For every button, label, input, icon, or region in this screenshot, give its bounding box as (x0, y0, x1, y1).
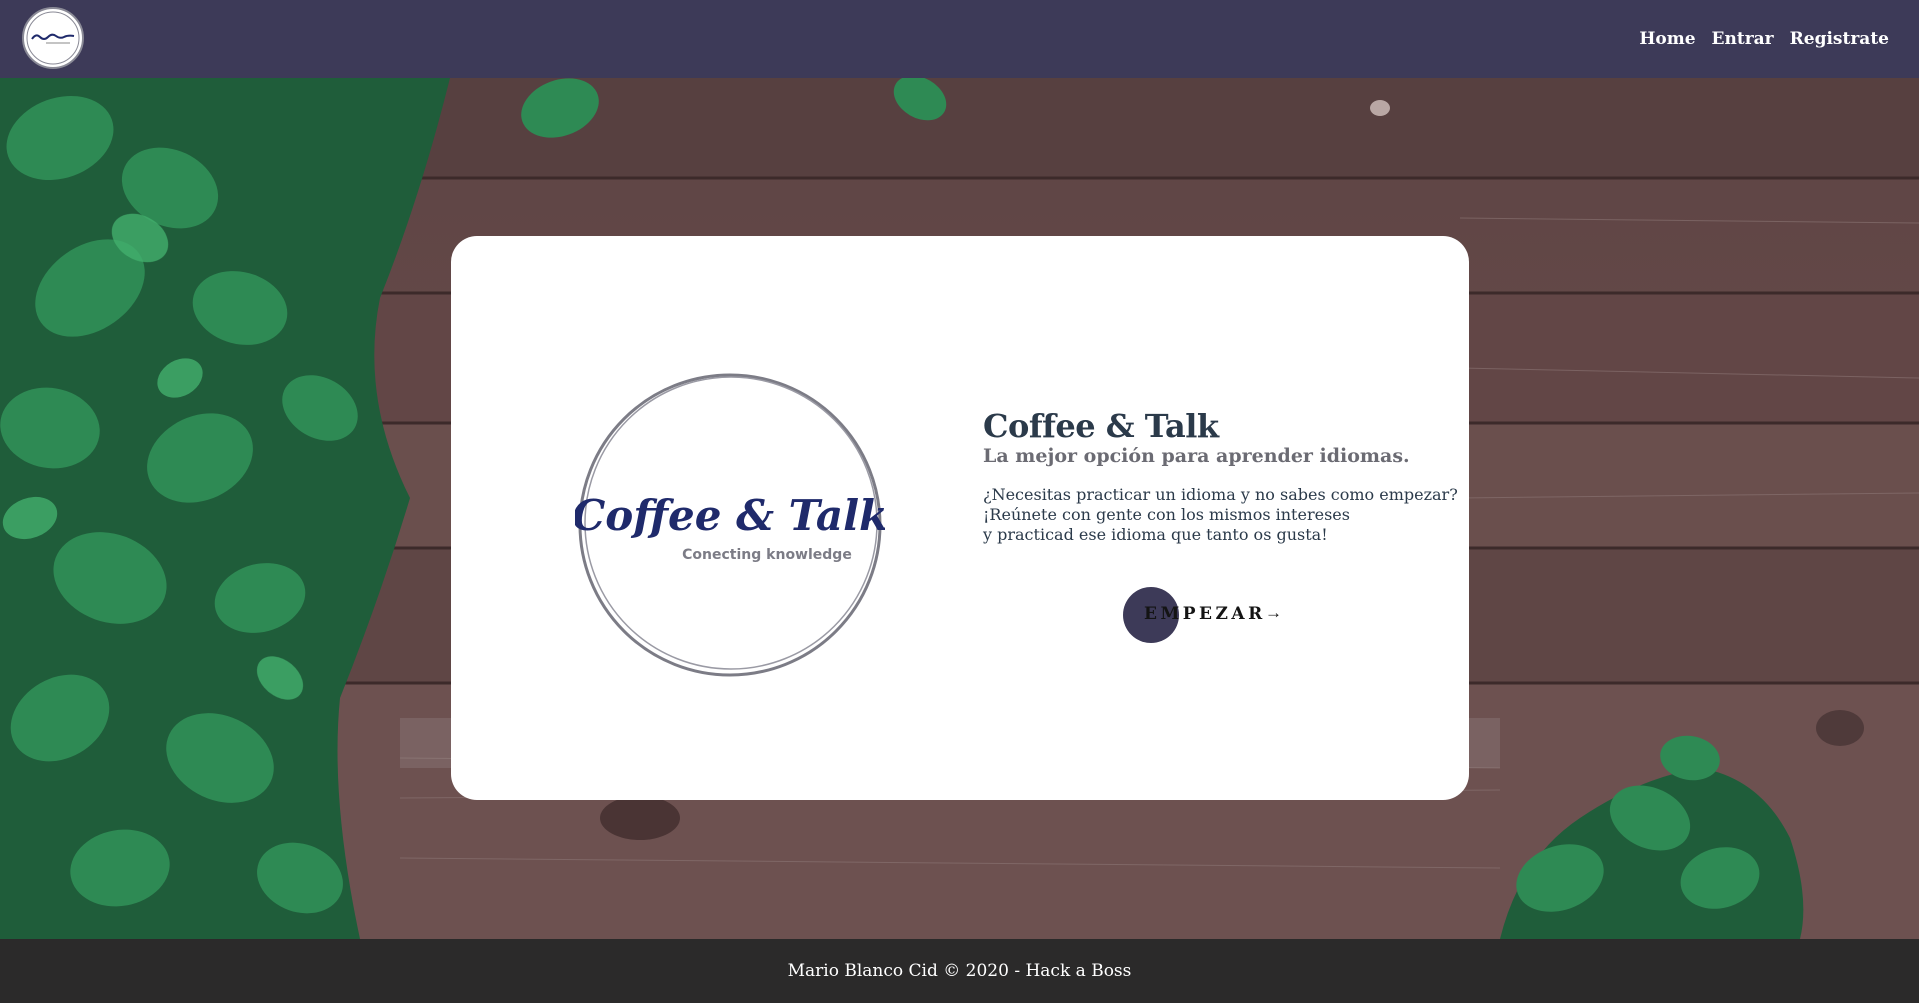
top-navbar: Home Entrar Registrate (0, 0, 1919, 78)
description-line: ¿Necesitas practicar un idioma y no sabe… (983, 485, 1458, 504)
description-line: ¡Reúnete con gente con los mismos intere… (983, 505, 1350, 524)
logo-emblem-icon (26, 11, 80, 65)
logo-tagline: Conecting knowledge (682, 547, 852, 563)
hero-background: Coffee & Talk Conecting knowledge Coffee… (0, 78, 1919, 939)
coffee-and-talk-logo-icon: Coffee & Talk Conecting knowledge (575, 373, 885, 677)
nav-link-entrar[interactable]: Entrar (1712, 29, 1774, 49)
nav-link-registrate[interactable]: Registrate (1790, 29, 1889, 49)
logo-script-title: Coffee & Talk (575, 491, 885, 540)
start-button[interactable]: EMPEZAR → (1123, 587, 1313, 643)
intro-card: Coffee & Talk Conecting knowledge Coffee… (451, 236, 1469, 800)
page-title: Coffee & Talk (983, 407, 1219, 445)
nav-link-home[interactable]: Home (1639, 29, 1695, 49)
arrow-right-icon: → (1265, 603, 1282, 622)
nav-links: Home Entrar Registrate (1639, 0, 1889, 78)
page-footer: Mario Blanco Cid © 2020 - Hack a Boss (0, 939, 1919, 1003)
site-logo[interactable] (22, 7, 84, 69)
start-button-label: EMPEZAR (1144, 604, 1266, 624)
description-line: y practicad ese idioma que tanto os gust… (983, 525, 1328, 544)
page-subtitle: La mejor opción para aprender idiomas. (983, 445, 1410, 467)
intro-description: ¿Necesitas practicar un idioma y no sabe… (983, 485, 1458, 545)
footer-copyright: Mario Blanco Cid © 2020 - Hack a Boss (787, 961, 1132, 981)
